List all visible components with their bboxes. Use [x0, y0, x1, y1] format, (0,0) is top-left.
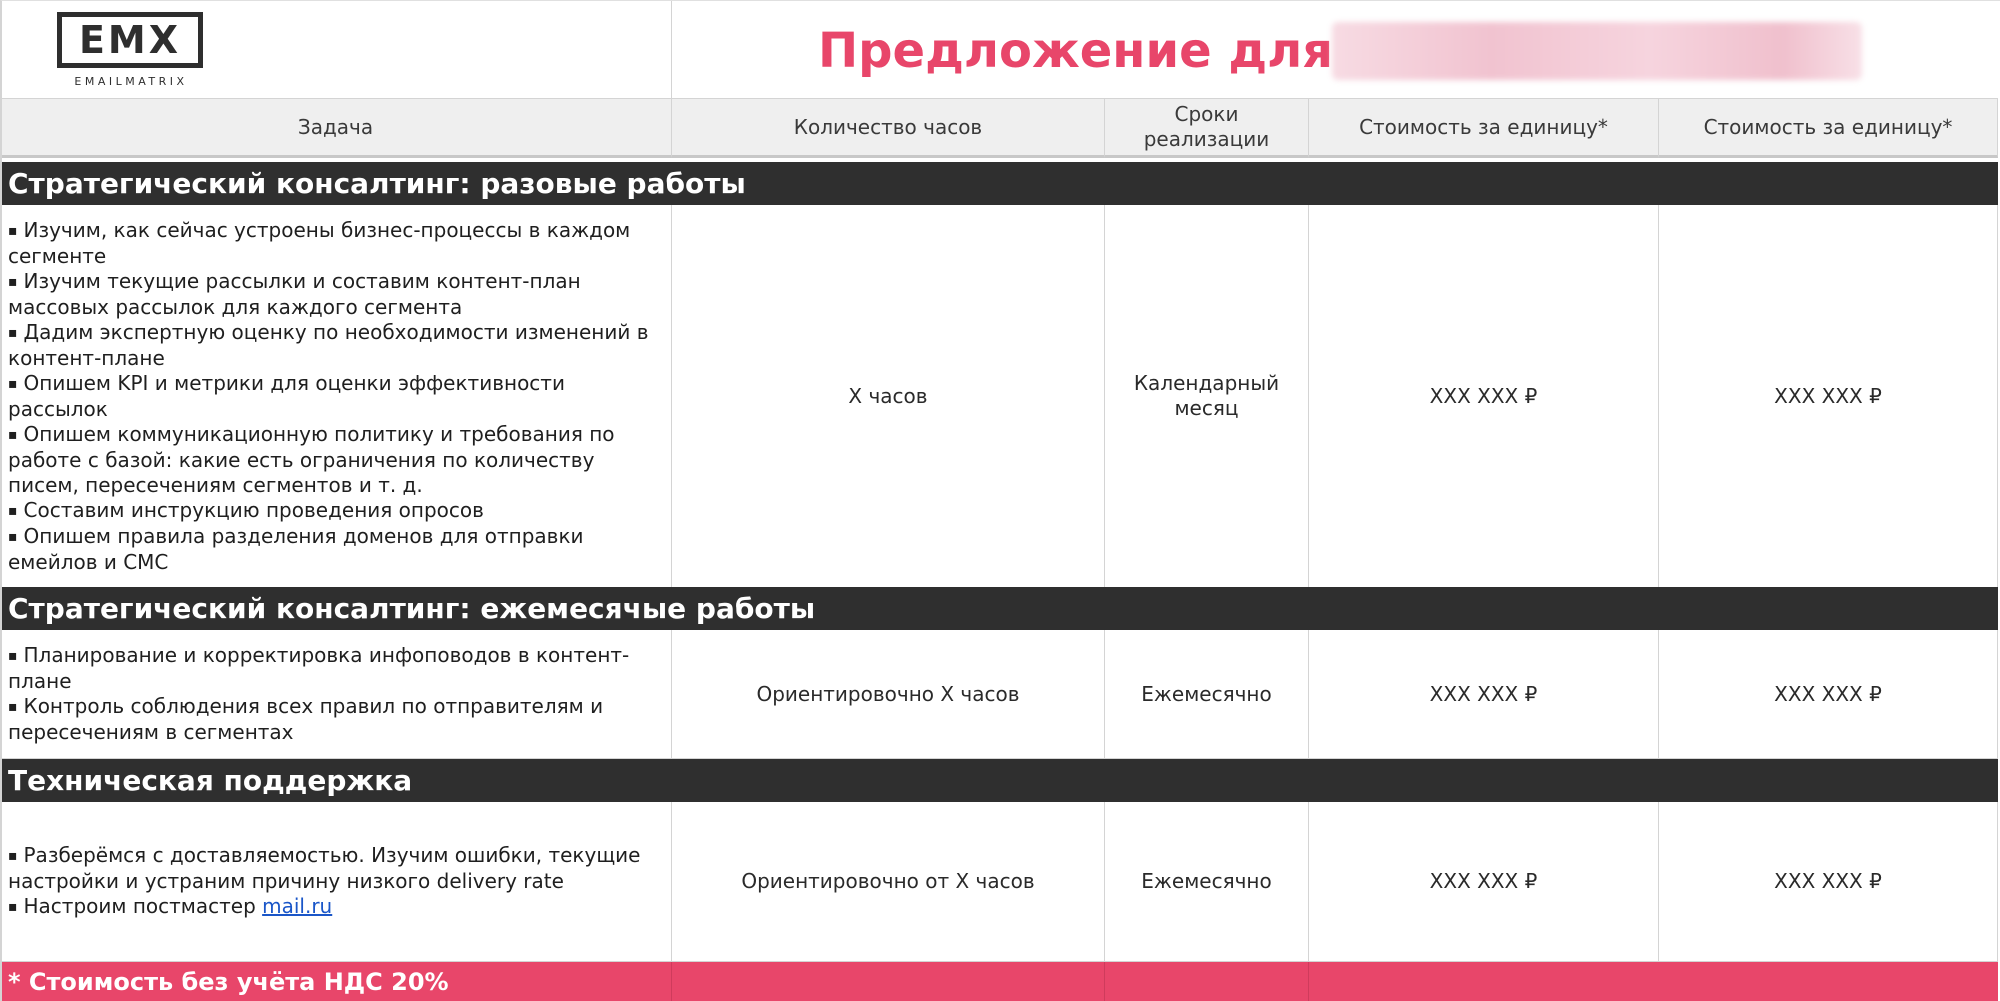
hours-support: Ориентировочно от X часов: [672, 802, 1105, 962]
bullet-icon: ▪: [8, 648, 18, 664]
column-header-price-1: Стоимость за единицу*: [1309, 98, 1659, 158]
section-title-one-time: Стратегический консалтинг: разовые работ…: [0, 162, 1998, 205]
bullet-icon: ▪: [8, 502, 18, 519]
bullet-icon: ▪: [8, 848, 18, 864]
price-2-support: XXX XXX ₽: [1659, 802, 1998, 962]
column-header-task: Задача: [0, 98, 672, 158]
list-item: ▪ Дадим экспертную оценку по необходимост…: [8, 319, 649, 370]
list-item: ▪ Опишем KPI и метрики для оценки эффекти…: [8, 370, 565, 421]
vat-footnote: * Стоимость без учёта НДС 20%: [8, 967, 449, 996]
bullet-icon: ▪: [8, 699, 18, 715]
bullet-icon: ▪: [8, 375, 18, 392]
column-header-hours: Количество часов: [672, 98, 1105, 158]
column-header-price-2: Стоимость за единицу*: [1659, 98, 1998, 158]
footer-cell-2: [672, 962, 1105, 1001]
page-title: Предложение для: [818, 23, 1334, 79]
task-list: ▪ Планирование и корректировка инфоповодо…: [8, 643, 663, 745]
list-item: ▪ Планирование и корректировка инфоповодо…: [8, 643, 630, 693]
timing-support: Ежемесячно: [1105, 802, 1309, 962]
list-item: ▪ Составим инструкцию проведения опросов: [8, 497, 484, 522]
list-item: ▪ Изучим, как сейчас устроены бизнес-проц…: [8, 217, 631, 268]
task-cell-support: ▪ Разберёмся с доставляемостью. Изучим ош…: [0, 802, 672, 962]
hours-one-time: X часов: [672, 205, 1105, 588]
timing-one-time: Календарный месяц: [1105, 205, 1309, 588]
footer-cell-3: [1105, 962, 1309, 1001]
price-2-one-time: XXX XXX ₽: [1659, 205, 1998, 588]
bullet-icon: ▪: [8, 273, 18, 290]
price-2-monthly: XXX XXX ₽: [1659, 630, 1998, 759]
list-item: ▪ Опишем правила разделения доменов для о…: [8, 523, 584, 574]
logo-mark: EMX: [78, 18, 182, 62]
footer-cell-4: [1309, 962, 1998, 1001]
list-item: ▪ Изучим текущие рассылки и составим конт…: [8, 268, 581, 319]
price-1-monthly: XXX XXX ₽: [1309, 630, 1659, 759]
bullet-icon: ▪: [8, 899, 18, 915]
bullet-icon: ▪: [8, 528, 18, 545]
list-item: ▪ Опишем коммуникационную политику и треб…: [8, 421, 615, 497]
task-list: ▪ Разберёмся с доставляемостью. Изучим ош…: [8, 843, 663, 920]
list-item: ▪ Разберёмся с доставляемостью. Изучим ош…: [8, 843, 641, 893]
bullet-icon: ▪: [8, 222, 18, 239]
emx-logo: EMX: [57, 12, 203, 68]
bullet-icon: ▪: [8, 426, 18, 443]
timing-monthly: Ежемесячно: [1105, 630, 1309, 759]
list-item: ▪ Контроль соблюдения всех правил по отпр…: [8, 694, 604, 744]
redacted-client-name: [1332, 22, 1862, 80]
price-1-one-time: XXX XXX ₽: [1309, 205, 1659, 588]
column-header-timing: Сроки реализации: [1105, 98, 1309, 158]
hours-monthly: Ориентировочно X часов: [672, 630, 1105, 759]
task-cell-monthly: ▪ Планирование и корректировка инфоповодо…: [0, 630, 672, 759]
bullet-icon: ▪: [8, 324, 18, 341]
section-title-support: Техническая поддержка: [0, 759, 1998, 802]
task-cell-one-time: ▪ Изучим, как сейчас устроены бизнес-проц…: [0, 205, 672, 588]
task-list: ▪ Изучим, как сейчас устроены бизнес-проц…: [8, 218, 663, 575]
section-title-monthly: Стратегический консалтинг: ежемесячые ра…: [0, 587, 1998, 630]
proposal-sheet: EMX EMAILMATRIX Предложение для Задача К…: [0, 0, 2000, 1001]
price-1-support: XXX XXX ₽: [1309, 802, 1659, 962]
logo-wordmark: EMAILMATRIX: [74, 75, 188, 88]
mail-ru-link[interactable]: mail.ru: [262, 894, 332, 918]
list-item: ▪ Настроим постмастер mail.ru: [8, 894, 333, 918]
